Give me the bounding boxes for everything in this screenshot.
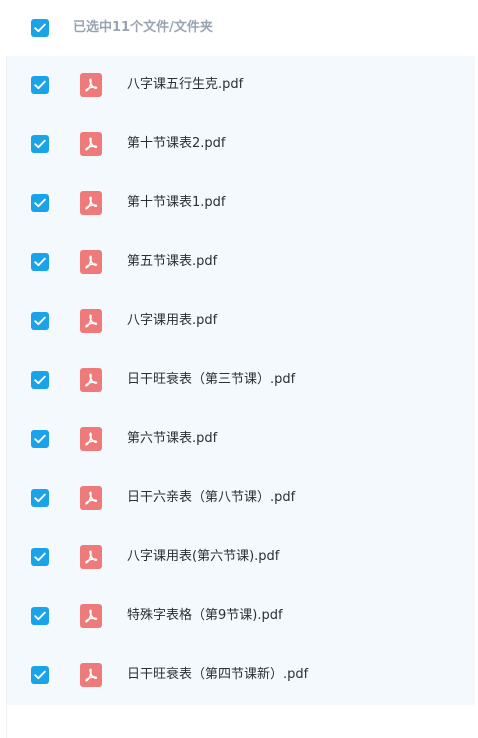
pdf-file-icon <box>80 427 102 451</box>
acrobat-logo-icon <box>85 491 98 505</box>
file-name[interactable]: 第十节课表1.pdf <box>127 194 225 212</box>
selection-count-label: 已选中11个文件/文件夹 <box>73 20 213 35</box>
file-name[interactable]: 八字课用表(第六节课).pdf <box>127 548 279 566</box>
file-checkbox[interactable] <box>31 430 49 448</box>
file-row[interactable]: 八字课用表.pdf <box>7 292 475 351</box>
file-list: 八字课五行生克.pdf 第十节课表2.pdf 第十节课表1.pdf 第五节课表.pdf… <box>7 56 475 705</box>
checkmark-icon <box>34 552 46 562</box>
file-checkbox[interactable] <box>31 548 49 566</box>
checkmark-icon <box>34 493 46 503</box>
pdf-file-icon <box>80 545 102 569</box>
file-checkbox[interactable] <box>31 666 49 684</box>
acrobat-logo-icon <box>85 78 98 92</box>
file-row[interactable]: 第五节课表.pdf <box>7 233 475 292</box>
checkmark-icon <box>34 670 46 680</box>
file-checkbox[interactable] <box>31 607 49 625</box>
file-checkbox[interactable] <box>31 135 49 153</box>
acrobat-logo-icon <box>85 432 98 446</box>
checkmark-icon <box>34 257 46 267</box>
file-row[interactable]: 日干六亲表（第八节课）.pdf <box>7 469 475 528</box>
file-row[interactable]: 日干旺衰表（第四节课新）.pdf <box>7 646 475 705</box>
file-name[interactable]: 日干旺衰表（第四节课新）.pdf <box>127 666 308 684</box>
acrobat-logo-icon <box>85 373 98 387</box>
acrobat-logo-icon <box>85 196 98 210</box>
file-checkbox[interactable] <box>31 76 49 94</box>
checkmark-icon <box>34 434 46 444</box>
acrobat-logo-icon <box>85 255 98 269</box>
checkmark-icon <box>34 139 46 149</box>
file-name[interactable]: 日干六亲表（第八节课）.pdf <box>127 489 295 507</box>
acrobat-logo-icon <box>85 137 98 151</box>
acrobat-logo-icon <box>85 550 98 564</box>
file-name[interactable]: 第五节课表.pdf <box>127 253 217 271</box>
file-row[interactable]: 八字课五行生克.pdf <box>7 56 475 115</box>
file-name[interactable]: 八字课用表.pdf <box>127 312 217 330</box>
file-row[interactable]: 日干旺衰表（第三节课）.pdf <box>7 351 475 410</box>
file-name[interactable]: 特殊字表格（第9节课).pdf <box>127 607 283 625</box>
file-row[interactable]: 第十节课表2.pdf <box>7 115 475 174</box>
acrobat-logo-icon <box>85 314 98 328</box>
file-row[interactable]: 第十节课表1.pdf <box>7 174 475 233</box>
file-checkbox[interactable] <box>31 312 49 330</box>
file-checkbox[interactable] <box>31 194 49 212</box>
checkmark-icon <box>34 80 46 90</box>
pdf-file-icon <box>80 250 102 274</box>
acrobat-logo-icon <box>85 609 98 623</box>
file-row[interactable]: 特殊字表格（第9节课).pdf <box>7 587 475 646</box>
file-checkbox[interactable] <box>31 253 49 271</box>
checkmark-icon <box>34 316 46 326</box>
checkmark-icon <box>34 23 46 33</box>
pdf-file-icon <box>80 309 102 333</box>
pdf-file-icon <box>80 132 102 156</box>
file-selection-panel: 已选中11个文件/文件夹 八字课五行生克.pdf 第十节课表2.pdf 第十节课表1… <box>0 0 478 738</box>
file-name[interactable]: 第十节课表2.pdf <box>127 135 225 153</box>
pdf-file-icon <box>80 663 102 687</box>
pdf-file-icon <box>80 191 102 215</box>
file-name[interactable]: 八字课五行生克.pdf <box>127 76 243 94</box>
select-all-checkbox[interactable] <box>31 19 49 37</box>
file-checkbox[interactable] <box>31 489 49 507</box>
file-name[interactable]: 第六节课表.pdf <box>127 430 217 448</box>
checkmark-icon <box>34 198 46 208</box>
file-row[interactable]: 第六节课表.pdf <box>7 410 475 469</box>
acrobat-logo-icon <box>85 668 98 682</box>
pdf-file-icon <box>80 486 102 510</box>
selection-header: 已选中11个文件/文件夹 <box>0 0 478 56</box>
file-checkbox[interactable] <box>31 371 49 389</box>
checkmark-icon <box>34 611 46 621</box>
pdf-file-icon <box>80 368 102 392</box>
pdf-file-icon <box>80 604 102 628</box>
file-row[interactable]: 八字课用表(第六节课).pdf <box>7 528 475 587</box>
checkmark-icon <box>34 375 46 385</box>
pdf-file-icon <box>80 73 102 97</box>
file-name[interactable]: 日干旺衰表（第三节课）.pdf <box>127 371 295 389</box>
